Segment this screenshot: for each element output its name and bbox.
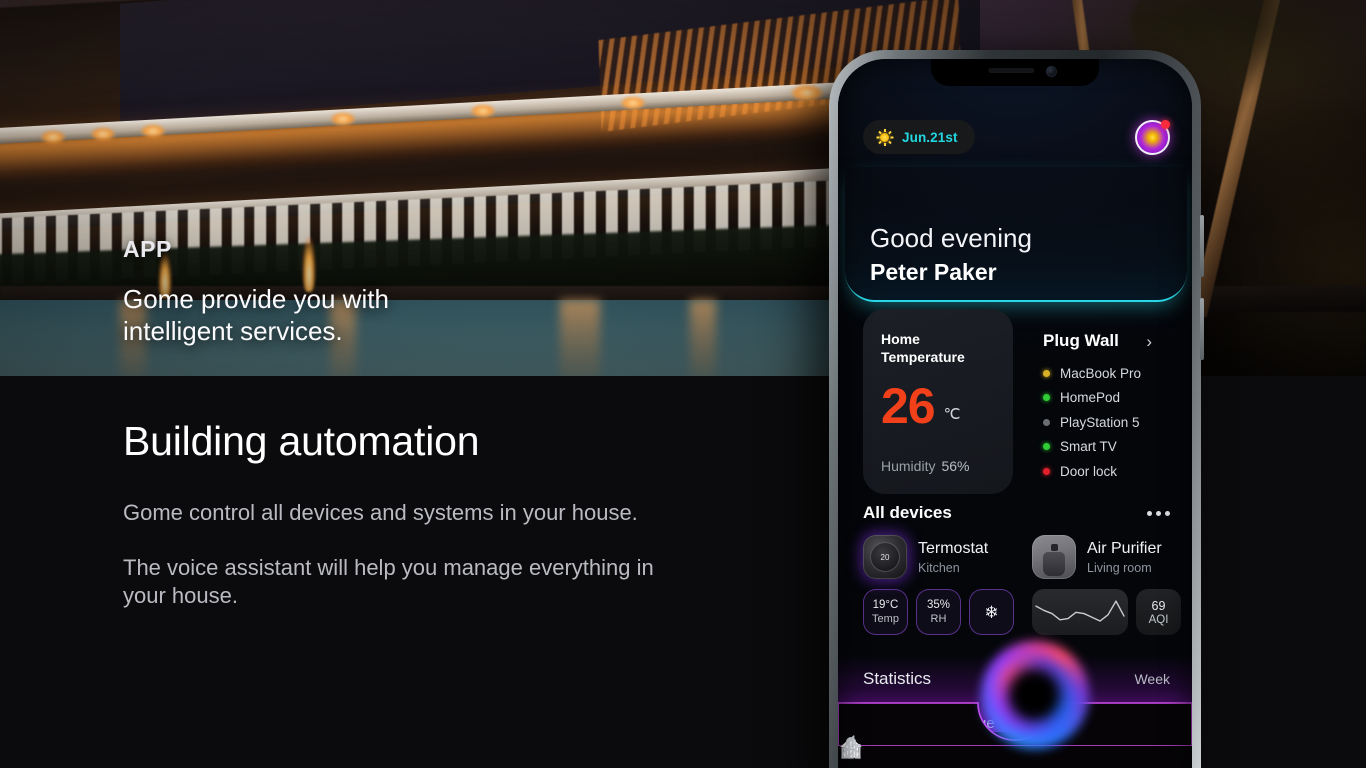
device-name: Air Purifier bbox=[1087, 539, 1162, 557]
home-temperature-title-line2: Temperature bbox=[881, 348, 965, 365]
thermostat-icon: 20 bbox=[863, 535, 907, 579]
volume-down-button[interactable] bbox=[1200, 298, 1204, 360]
section-paragraph-2: The voice assistant will help you manage… bbox=[123, 554, 654, 609]
plug-wall-device-list: MacBook Pro HomePod PlayStation 5 Smart … bbox=[1043, 361, 1166, 484]
humidity-chip-key: RH bbox=[930, 613, 947, 625]
all-devices-title: All devices bbox=[863, 503, 952, 522]
humidity-chip-value: 35% bbox=[926, 599, 951, 611]
date-chip[interactable]: Jun.21st bbox=[863, 120, 975, 154]
device-header: Air Purifier Living room bbox=[1032, 531, 1187, 583]
phone-screen: Jun.21st Good evening Peter Paker Home T… bbox=[838, 59, 1192, 768]
air-purifier-icon bbox=[1032, 535, 1076, 579]
page-root: APP Gome provide you with intelligent se… bbox=[0, 0, 1366, 768]
air-quality-row: 69 AQI bbox=[1032, 589, 1187, 635]
section-title: Building automation bbox=[123, 418, 480, 464]
status-led-icon bbox=[1043, 443, 1050, 451]
greeting-username: Peter Paker bbox=[870, 259, 997, 285]
greeting-salutation: Good evening bbox=[870, 223, 1032, 253]
date-chip-label: Jun.21st bbox=[902, 129, 958, 145]
volume-up-button[interactable] bbox=[1200, 215, 1204, 277]
hero-headline-line2: intelligent services. bbox=[123, 316, 343, 347]
status-led-icon bbox=[1043, 418, 1050, 426]
nav-home[interactable] bbox=[840, 737, 917, 768]
thermostat-icon-value: 20 bbox=[880, 552, 890, 562]
thermostat-chip-row: 19°C Temp 35% RH ❄ bbox=[863, 589, 1018, 635]
status-led-icon bbox=[1043, 467, 1050, 475]
nav-profile[interactable] bbox=[841, 736, 1159, 768]
app-top-bar: Jun.21st bbox=[863, 117, 1170, 157]
status-led-icon bbox=[1043, 394, 1050, 402]
device-meta: Termostat Kitchen bbox=[918, 540, 988, 575]
greeting-card: Good evening Peter Paker bbox=[845, 167, 1187, 302]
summary-row: Home Temperature 26 ℃ Humidity 56% Plug … bbox=[863, 309, 1170, 494]
aqi-badge: 69 AQI bbox=[1136, 589, 1181, 635]
phone-mockup: Jun.21st Good evening Peter Paker Home T… bbox=[829, 50, 1204, 768]
plug-device-name: MacBook Pro bbox=[1060, 365, 1142, 381]
nav-statistics[interactable] bbox=[841, 739, 998, 768]
device-card-thermostat[interactable]: 20 Termostat Kitchen 19°C Temp 35% RH ❄ bbox=[863, 531, 1018, 635]
lower-copy-block: Building automation Gome control all dev… bbox=[123, 418, 683, 611]
snowflake-icon: ❄ bbox=[984, 602, 999, 622]
home-temperature-card[interactable]: Home Temperature 26 ℃ Humidity 56% bbox=[863, 309, 1013, 494]
humidity-readout: Humidity 56% bbox=[881, 458, 970, 474]
temp-chip-value: 19°C bbox=[872, 599, 899, 611]
cooling-mode-chip[interactable]: ❄ bbox=[969, 589, 1014, 635]
aqi-label: AQI bbox=[1148, 613, 1169, 626]
status-led-icon bbox=[1043, 369, 1050, 377]
device-card-air-purifier[interactable]: Air Purifier Living room 69 AQI bbox=[1032, 531, 1187, 635]
avatar[interactable] bbox=[1135, 119, 1170, 155]
list-item[interactable]: Smart TV bbox=[1043, 435, 1166, 460]
front-camera-icon bbox=[1046, 66, 1057, 77]
plug-device-name: HomePod bbox=[1060, 390, 1121, 406]
list-item[interactable]: MacBook Pro bbox=[1043, 361, 1166, 386]
hero-eyebrow: APP bbox=[123, 236, 172, 262]
aqi-sparkline-chart[interactable] bbox=[1032, 589, 1128, 635]
earpiece-speaker-icon bbox=[988, 68, 1035, 73]
plug-device-name: Door lock bbox=[1060, 463, 1118, 479]
section-paragraph-1: Gome control all devices and systems in … bbox=[123, 500, 638, 525]
plug-wall-header[interactable]: Plug Wall › bbox=[1043, 331, 1166, 351]
sun-icon bbox=[876, 128, 893, 146]
more-horizontal-icon[interactable] bbox=[1147, 510, 1170, 516]
device-room: Kitchen bbox=[918, 560, 960, 575]
hero-headline: Gome provide you with intelligent servic… bbox=[123, 283, 389, 347]
home-temperature-title-line1: Home bbox=[881, 331, 920, 347]
aqi-value: 69 bbox=[1151, 598, 1166, 613]
home-temperature-title: Home Temperature bbox=[881, 331, 995, 366]
plug-device-name: PlayStation 5 bbox=[1060, 414, 1140, 430]
hero-headline-line1: Gome provide you with bbox=[123, 284, 389, 314]
temp-chip[interactable]: 19°C Temp bbox=[863, 589, 908, 635]
siri-orb-inner bbox=[994, 655, 1074, 735]
device-header: 20 Termostat Kitchen bbox=[863, 531, 1018, 583]
app-content: Jun.21st Good evening Peter Paker Home T… bbox=[838, 59, 1192, 768]
notification-badge-dot bbox=[1161, 119, 1170, 129]
list-item[interactable]: Door lock bbox=[1043, 459, 1166, 484]
device-meta: Air Purifier Living room bbox=[1087, 540, 1162, 575]
all-devices-grid: 20 Termostat Kitchen 19°C Temp 35% RH ❄ … bbox=[863, 531, 1192, 635]
home-temperature-unit: ℃ bbox=[943, 406, 961, 423]
statistics-range-selector[interactable]: Week bbox=[1134, 671, 1170, 687]
device-name: Termostat bbox=[918, 539, 989, 557]
list-item[interactable]: PlayStation 5 bbox=[1043, 410, 1166, 435]
plug-wall-title: Plug Wall bbox=[1043, 331, 1119, 350]
device-room: Living room bbox=[1087, 560, 1152, 575]
humidity-chip[interactable]: 35% RH bbox=[916, 589, 961, 635]
home-temperature-value: 26 bbox=[881, 378, 936, 434]
humidity-label: Humidity bbox=[881, 458, 936, 474]
statistics-title: Statistics bbox=[863, 669, 932, 688]
humidity-value: 56% bbox=[941, 458, 970, 474]
plug-wall-card[interactable]: Plug Wall › MacBook Pro HomePod PlayStat… bbox=[1029, 309, 1170, 494]
list-item[interactable]: HomePod bbox=[1043, 386, 1166, 411]
temp-chip-key: Temp bbox=[872, 613, 899, 625]
home-temperature-reading: 26 ℃ bbox=[881, 378, 961, 434]
hero-copy: APP Gome provide you with intelligent se… bbox=[123, 236, 389, 347]
all-devices-header: All devices bbox=[863, 503, 1170, 523]
plug-device-name: Smart TV bbox=[1060, 439, 1117, 455]
person-icon bbox=[841, 736, 861, 759]
chevron-right-icon[interactable]: › bbox=[1146, 333, 1152, 350]
